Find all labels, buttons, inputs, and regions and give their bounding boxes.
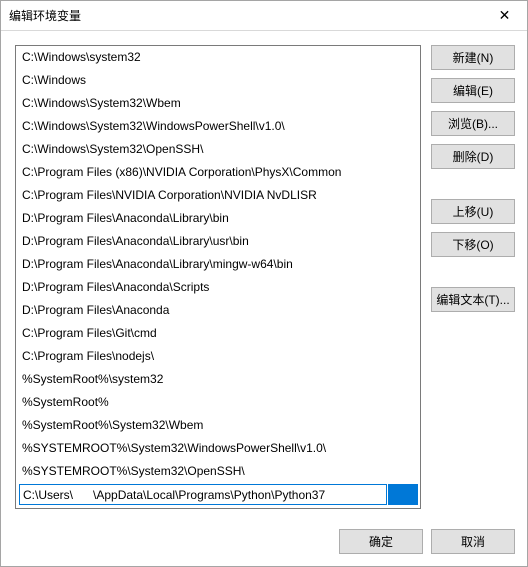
new-button[interactable]: 新建(N) bbox=[431, 45, 515, 70]
content-area: C:\Windows\system32C:\WindowsC:\Windows\… bbox=[1, 31, 527, 516]
close-icon: ✕ bbox=[499, 7, 511, 24]
ok-button[interactable]: 确定 bbox=[339, 529, 423, 554]
path-list-item[interactable]: C:\Windows\system32 bbox=[16, 46, 420, 69]
path-list-item[interactable]: C:\Program Files\NVIDIA Corporation\NVID… bbox=[16, 184, 420, 207]
path-list-item[interactable]: %SystemRoot% bbox=[16, 391, 420, 414]
path-list-item[interactable]: C:\Windows\System32\Wbem bbox=[16, 92, 420, 115]
env-var-edit-dialog: 编辑环境变量 ✕ C:\Windows\system32C:\WindowsC:… bbox=[0, 0, 528, 567]
dialog-footer: 确定 取消 bbox=[1, 516, 527, 566]
path-list-item[interactable]: %SYSTEMROOT%\System32\OpenSSH\ bbox=[16, 460, 420, 483]
side-button-column: 新建(N) 编辑(E) 浏览(B)... 删除(D) 上移(U) 下移(O) 编… bbox=[431, 45, 515, 510]
path-list-item[interactable]: D:\Program Files\Anaconda\Library\mingw-… bbox=[16, 253, 420, 276]
path-list-item[interactable]: %SystemRoot%\system32 bbox=[16, 368, 420, 391]
path-list-item[interactable]: D:\Program Files\Anaconda\Library\usr\bi… bbox=[16, 230, 420, 253]
delete-button[interactable]: 删除(D) bbox=[431, 144, 515, 169]
path-list-item[interactable]: D:\Program Files\Anaconda\Library\bin bbox=[16, 207, 420, 230]
selection-highlight bbox=[388, 484, 418, 505]
path-list-item[interactable]: %SYSTEMROOT%\System32\WindowsPowerShell\… bbox=[16, 437, 420, 460]
edit-text-button[interactable]: 编辑文本(T)... bbox=[431, 287, 515, 312]
path-list-item[interactable]: D:\Program Files\Anaconda\Scripts bbox=[16, 276, 420, 299]
path-list-item-editing[interactable] bbox=[16, 483, 420, 506]
window-title: 编辑环境变量 bbox=[9, 7, 482, 24]
path-list-item[interactable]: C:\Program Files (x86)\NVIDIA Corporatio… bbox=[16, 161, 420, 184]
path-listbox[interactable]: C:\Windows\system32C:\WindowsC:\Windows\… bbox=[15, 45, 421, 509]
edit-button[interactable]: 编辑(E) bbox=[431, 78, 515, 103]
cancel-button[interactable]: 取消 bbox=[431, 529, 515, 554]
titlebar: 编辑环境变量 ✕ bbox=[1, 1, 527, 31]
path-list-item[interactable]: C:\Program Files\nodejs\ bbox=[16, 345, 420, 368]
move-down-button[interactable]: 下移(O) bbox=[431, 232, 515, 257]
path-edit-input[interactable] bbox=[19, 484, 387, 505]
close-button[interactable]: ✕ bbox=[482, 1, 527, 31]
path-list-item[interactable]: C:\Windows\System32\OpenSSH\ bbox=[16, 138, 420, 161]
move-up-button[interactable]: 上移(U) bbox=[431, 199, 515, 224]
path-list-item[interactable]: %SystemRoot%\System32\Wbem bbox=[16, 414, 420, 437]
path-list-item[interactable]: D:\Program Files\Anaconda bbox=[16, 299, 420, 322]
browse-button[interactable]: 浏览(B)... bbox=[431, 111, 515, 136]
path-list-item[interactable]: C:\Program Files\Git\cmd bbox=[16, 322, 420, 345]
path-list-item[interactable]: C:\Windows bbox=[16, 69, 420, 92]
path-list-item[interactable]: C:\Windows\System32\WindowsPowerShell\v1… bbox=[16, 115, 420, 138]
